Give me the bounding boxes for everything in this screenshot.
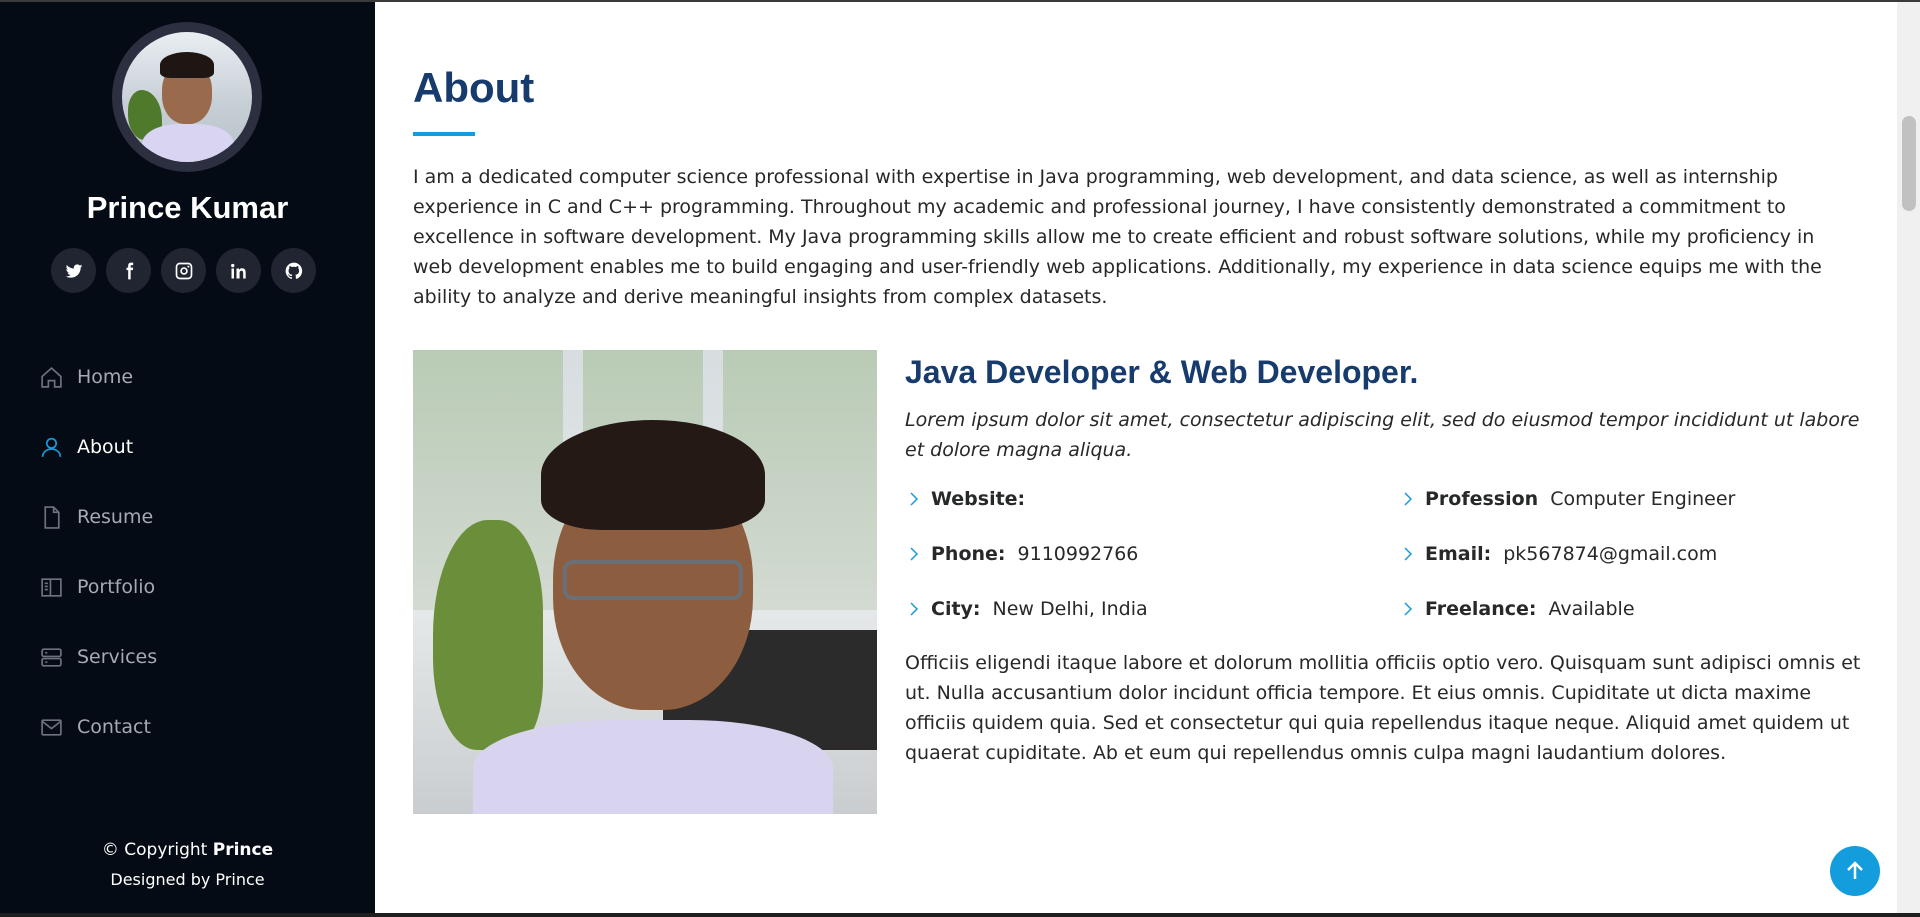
scrollbar[interactable] [1897,2,1920,913]
sidebar-item-label: Home [77,366,134,388]
fact-phone: Phone: 9110992766 [905,538,1399,569]
fact-website: Website: [905,483,1399,514]
twitter-icon[interactable] [51,248,96,293]
avatar-frame [112,22,262,172]
avatar [122,32,252,162]
copyright: © Copyright Prince [101,840,274,860]
envelope-icon [38,714,64,740]
chevron-right-icon [1399,490,1417,508]
person-icon [38,434,64,460]
profile-photo [413,350,877,814]
book-icon [38,574,64,600]
server-icon [38,644,64,670]
section-title: About [413,64,535,111]
fact-city: City: New Delhi, India [905,593,1399,624]
about-description: Officiis eligendi itaque labore et dolor… [905,652,1861,764]
credits: Designed by Prince [110,870,265,889]
sidebar-item-label: About [77,436,134,458]
about-content: Java Developer & Web Developer. Lorem ip… [905,350,1865,768]
about-intro: I am a dedicated computer science profes… [413,166,1822,308]
chevron-right-icon [905,600,923,618]
sidebar-item-label: Portfolio [77,576,156,598]
title-underline [413,132,475,136]
github-icon[interactable] [271,248,316,293]
social-links [51,248,316,293]
about-section: About I am a dedicated computer science … [375,2,1897,913]
chevron-right-icon [1399,545,1417,563]
facebook-icon[interactable] [106,248,151,293]
chevron-right-icon [905,490,923,508]
home-icon [38,364,64,390]
linkedin-icon[interactable] [216,248,261,293]
scrollbar-thumb[interactable] [1902,116,1916,211]
sidebar-nav: Home About Resume Portfolio Services Con… [38,342,157,762]
fact-profession: Profession Computer Engineer [1399,483,1865,514]
sidebar-item-home[interactable]: Home [38,342,157,412]
instagram-icon[interactable] [161,248,206,293]
sidebar-item-label: Resume [77,506,154,528]
chevron-right-icon [1399,600,1417,618]
fact-freelance: Freelance: Available [1399,593,1865,624]
chevron-right-icon [905,545,923,563]
about-lead: Lorem ipsum dolor sit amet, consectetur … [905,409,1860,461]
sidebar-item-label: Services [77,646,158,668]
back-to-top-button[interactable] [1830,846,1880,896]
file-icon [38,504,64,530]
sidebar-footer: © Copyright Prince Designed by Prince [0,840,375,889]
sidebar-item-portfolio[interactable]: Portfolio [38,552,157,622]
sidebar: Prince Kumar Home About Resume Portfolio… [0,2,375,913]
profile-name[interactable]: Prince Kumar [0,190,375,226]
fact-email: Email: pk567874@gmail.com [1399,538,1865,569]
sidebar-item-about[interactable]: About [38,412,157,482]
sidebar-item-contact[interactable]: Contact [38,692,157,762]
sidebar-item-services[interactable]: Services [38,622,157,692]
sidebar-item-label: Contact [77,716,151,738]
facts-list: Website: Profession Computer Engineer Ph… [905,483,1865,624]
sidebar-item-resume[interactable]: Resume [38,482,157,552]
about-heading: Java Developer & Web Developer. [905,354,1419,390]
arrow-up-icon [1847,861,1863,879]
